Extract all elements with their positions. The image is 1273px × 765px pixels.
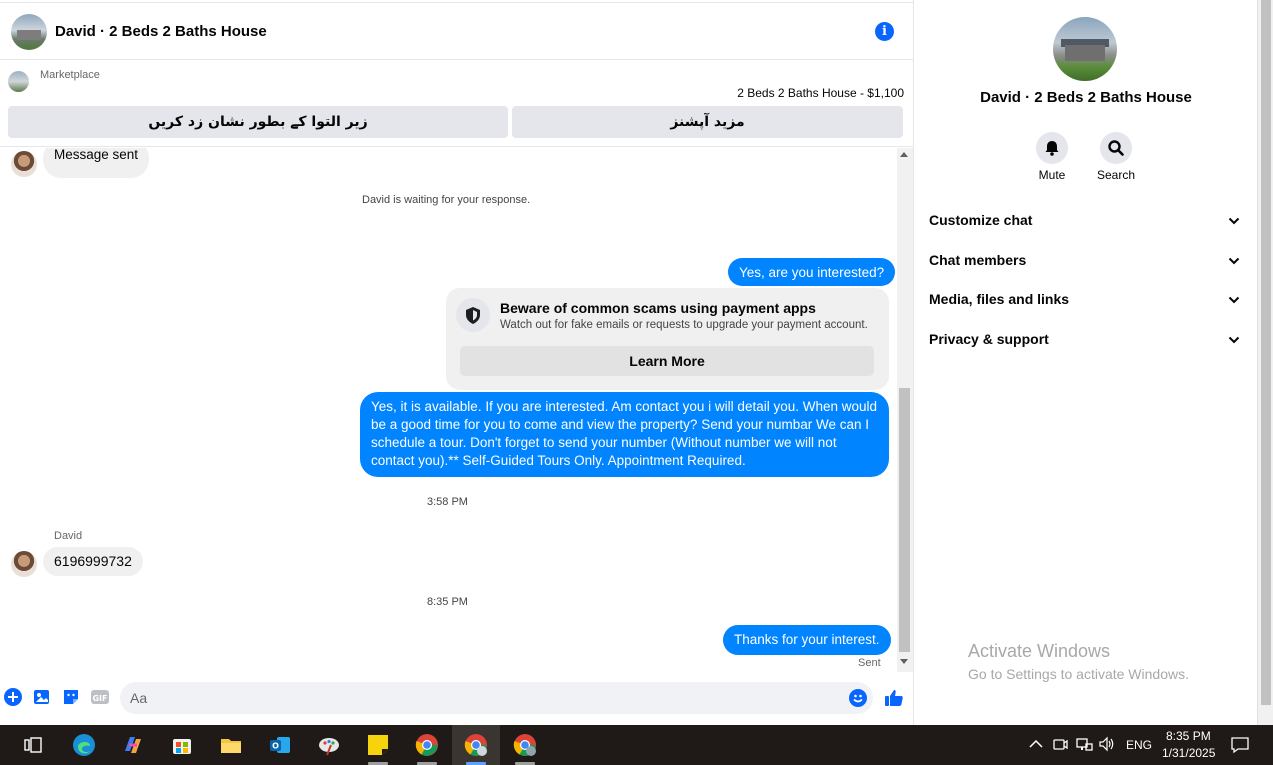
chevron-down-icon	[1228, 336, 1240, 344]
chat-pane: David · 2 Beds 2 Baths House i Marketpla…	[0, 0, 914, 725]
message-bubble-out: Yes, are you interested?	[728, 258, 896, 286]
outlook-icon[interactable]: O	[268, 733, 292, 757]
warning-subtitle: Watch out for fake emails or requests to…	[500, 319, 868, 331]
mark-pending-button[interactable]: زیر التوا کے بطور نشان زد کریں	[8, 106, 508, 138]
chrome-profile-icon[interactable]	[513, 733, 537, 757]
section-customize-chat[interactable]: Customize chat	[929, 212, 1241, 236]
svg-text:O: O	[272, 742, 279, 751]
message-bubble-in: 6196999732	[43, 547, 143, 576]
section-label: Chat members	[929, 252, 1027, 268]
composer: GIF	[0, 680, 914, 716]
chat-header: David · 2 Beds 2 Baths House i	[0, 2, 914, 60]
task-view-icon[interactable]	[21, 733, 45, 757]
language-indicator[interactable]: ENG	[1126, 738, 1152, 752]
page-scrollbar[interactable]	[1257, 0, 1273, 725]
section-label: Privacy & support	[929, 331, 1049, 347]
section-label: Media, files and links	[929, 291, 1070, 307]
activate-windows-watermark: Activate Windows Go to Settings to activ…	[968, 641, 1189, 682]
warning-title: Beware of common scams using payment app…	[500, 300, 816, 316]
avatar[interactable]	[11, 151, 37, 177]
contact-avatar[interactable]	[11, 14, 47, 50]
listing-price[interactable]: 2 Beds 2 Baths House - $1,100	[737, 86, 904, 100]
network-icon[interactable]	[1075, 735, 1093, 753]
message-input[interactable]	[130, 688, 830, 708]
messenger-app: David · 2 Beds 2 Baths House i Marketpla…	[0, 0, 1273, 725]
copilot-icon[interactable]	[121, 733, 145, 757]
message-bubble-in: Message sent	[43, 148, 150, 178]
emoji-icon[interactable]	[849, 689, 867, 707]
section-chat-members[interactable]: Chat members	[929, 252, 1241, 276]
info-icon[interactable]: i	[875, 22, 894, 41]
chrome-icon[interactable]	[415, 733, 439, 757]
message-bubble-out: Yes, it is available. If you are interes…	[360, 392, 889, 477]
windows-taskbar: O ENG 8:35 PM 1/31/2025	[0, 725, 1273, 765]
watermark-subtitle: Go to Settings to activate Windows.	[968, 666, 1189, 682]
scam-warning-card: Beware of common scams using payment app…	[446, 288, 889, 390]
search-icon	[1108, 140, 1124, 156]
waiting-notice: David is waiting for your response.	[362, 194, 531, 206]
sender-name: David	[54, 530, 83, 542]
marketplace-label: Marketplace	[40, 69, 100, 81]
photo-icon[interactable]	[33, 688, 51, 706]
sticker-icon[interactable]	[62, 688, 80, 706]
timestamp: 8:35 PM	[427, 596, 468, 608]
notifications-icon[interactable]	[1230, 735, 1250, 755]
panel-title: David · 2 Beds 2 Baths House	[980, 89, 1192, 106]
watermark-title: Activate Windows	[968, 641, 1111, 661]
scroll-down-icon[interactable]	[900, 659, 908, 664]
chevron-up-icon[interactable]	[1027, 735, 1045, 753]
edge-icon[interactable]	[72, 733, 96, 757]
mute-button[interactable]	[1036, 132, 1068, 164]
timestamp: 3:58 PM	[427, 496, 468, 508]
page-scroll-thumb[interactable]	[1261, 0, 1271, 705]
chevron-down-icon	[1228, 296, 1240, 304]
more-options-button[interactable]: مزید آپشنز	[512, 106, 903, 138]
meet-now-icon[interactable]	[1051, 735, 1069, 753]
scroll-up-icon[interactable]	[900, 152, 908, 157]
file-explorer-icon[interactable]	[219, 733, 243, 757]
search-button[interactable]	[1100, 132, 1132, 164]
learn-more-button[interactable]: Learn More	[460, 346, 874, 376]
section-label: Customize chat	[929, 212, 1033, 228]
plus-icon[interactable]	[4, 688, 22, 706]
section-privacy-support[interactable]: Privacy & support	[929, 331, 1241, 355]
clock-date[interactable]: 1/31/2025	[1162, 746, 1215, 760]
thumbs-up-icon[interactable]	[884, 688, 904, 708]
mute-label: Mute	[1038, 168, 1066, 182]
chrome-profile-icon[interactable]	[464, 733, 488, 757]
listing-thumbnail[interactable]	[8, 71, 29, 92]
sticky-notes-icon[interactable]	[366, 733, 390, 757]
message-status: Sent	[858, 657, 881, 669]
message-list: Message sent David is waiting for your r…	[0, 148, 896, 672]
store-icon[interactable]	[170, 733, 194, 757]
chevron-down-icon	[1228, 257, 1240, 265]
scroll-thumb[interactable]	[899, 388, 910, 652]
chevron-down-icon	[1228, 217, 1240, 225]
search-label: Search	[1096, 168, 1136, 182]
section-media-files-links[interactable]: Media, files and links	[929, 291, 1241, 315]
message-text: Message sent	[54, 148, 139, 162]
bell-icon	[1045, 141, 1059, 156]
chat-info-panel: David · 2 Beds 2 Baths House Mute Search…	[915, 0, 1257, 725]
marketplace-bar: Marketplace 2 Beds 2 Baths House - $1,10…	[0, 61, 914, 147]
gif-icon[interactable]: GIF	[91, 688, 109, 706]
svg-text:GIF: GIF	[92, 694, 107, 703]
shield-icon	[456, 298, 490, 332]
volume-icon[interactable]	[1098, 735, 1116, 753]
chat-title[interactable]: David · 2 Beds 2 Baths House	[55, 23, 267, 40]
clock-time[interactable]: 8:35 PM	[1166, 729, 1211, 743]
chat-scrollbar[interactable]	[897, 148, 913, 672]
avatar[interactable]	[11, 551, 37, 577]
paint-icon[interactable]	[317, 733, 341, 757]
message-bubble-out: Thanks for your interest.	[723, 625, 891, 655]
panel-avatar[interactable]	[1053, 17, 1117, 81]
message-input-wrapper	[120, 682, 873, 714]
